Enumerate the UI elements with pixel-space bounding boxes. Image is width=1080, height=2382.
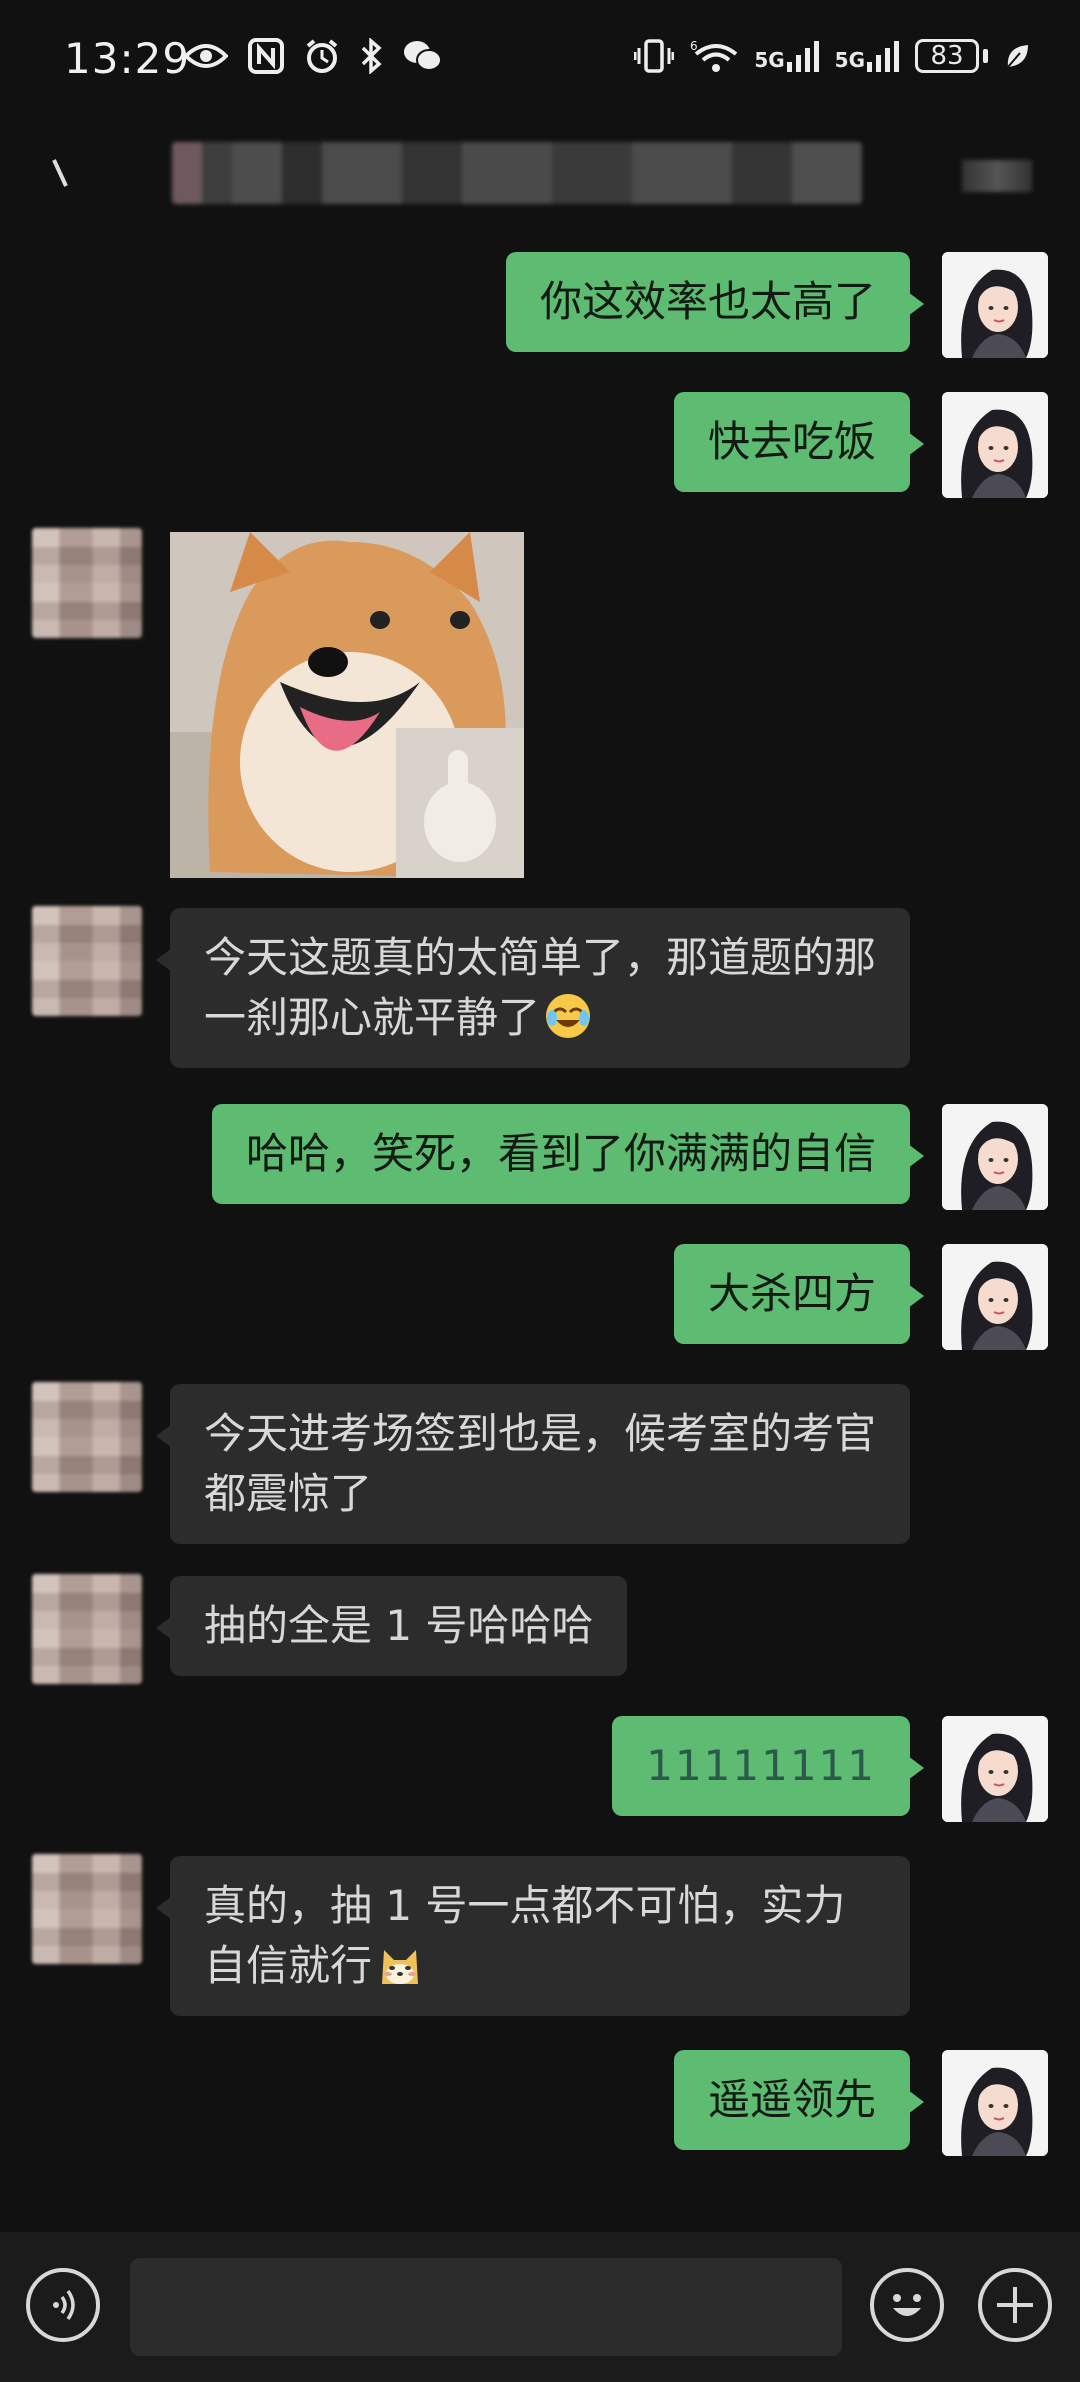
- status-time: 13:29: [64, 34, 191, 83]
- shiba-sticker-icon: [170, 532, 524, 878]
- battery-indicator: 83: [915, 39, 988, 73]
- back-icon: [52, 159, 68, 187]
- signal-icon-1: 5G: [754, 40, 819, 72]
- battery-tip: [983, 49, 988, 63]
- nfc-icon: [248, 38, 284, 74]
- status-right-icons: 6 5G 5G 83: [634, 38, 1030, 74]
- message-input-bar: [0, 2232, 1080, 2382]
- battery-level: 83: [915, 39, 979, 73]
- girl-avatar-icon: [942, 392, 1048, 498]
- emoji-button[interactable]: [870, 2268, 944, 2342]
- message-bubble-received[interactable]: 今天这题真的太简单了，那道题的那一刹那心就平静了: [156, 908, 910, 1068]
- alarm-icon: [304, 38, 340, 74]
- contact-avatar-redacted[interactable]: [32, 528, 142, 638]
- shiba-sticker-image[interactable]: [170, 532, 524, 878]
- girl-avatar-icon: [942, 1716, 1048, 1822]
- my-avatar[interactable]: [942, 2050, 1048, 2156]
- message-bubble-sent[interactable]: 遥遥领先: [673, 2050, 925, 2150]
- voice-icon: [53, 2289, 75, 2321]
- wifi-sup-text: 6: [690, 39, 698, 53]
- contact-avatar-redacted[interactable]: [32, 1854, 142, 1964]
- network-label-1: 5G: [754, 48, 785, 72]
- status-bar: 13:29 6 5G 5G 83: [0, 0, 1080, 120]
- message-bubble-received[interactable]: 今天进考场签到也是，候考室的考官都震惊了: [156, 1384, 910, 1544]
- girl-avatar-icon: [942, 1244, 1048, 1350]
- plus-icon: [997, 2287, 1033, 2323]
- message-bubble-sent[interactable]: 你这效率也太高了: [505, 252, 925, 352]
- my-avatar[interactable]: [942, 252, 1048, 358]
- doge-emoji-icon: [382, 1950, 419, 1984]
- message-input[interactable]: [130, 2258, 842, 2356]
- chat-title-bar: [0, 130, 1080, 220]
- network-label-2: 5G: [834, 48, 865, 72]
- message-bubble-sent[interactable]: 哈哈，笑死，看到了你满满的自信: [211, 1104, 925, 1204]
- emoji-icon: [893, 2294, 921, 2316]
- bluetooth-icon: [360, 38, 382, 74]
- eye-icon: [184, 41, 228, 71]
- signal-icon-2: 5G: [835, 40, 899, 72]
- message-bubble-received[interactable]: 抽的全是 1 号哈哈哈: [155, 1576, 628, 1676]
- crying-laughing-emoji-icon: [546, 994, 591, 1038]
- wechat-icon: [402, 39, 442, 73]
- leaf-icon: [1004, 41, 1030, 71]
- message-bubble-sent[interactable]: 大杀四方: [673, 1244, 925, 1344]
- my-avatar[interactable]: [942, 392, 1048, 498]
- back-button[interactable]: [40, 152, 80, 192]
- message-text: 今天这题真的太简单了，那道题的那一刹那心就平静了: [204, 933, 877, 1042]
- message-text: 11111111: [646, 1741, 876, 1790]
- chat-title-redacted: [172, 142, 862, 204]
- my-avatar[interactable]: [942, 1716, 1048, 1822]
- message-bubble-received[interactable]: 真的，抽 1 号一点都不可怕，实力自信就行: [156, 1856, 910, 2016]
- message-text: 真的，抽 1 号一点都不可怕，实力自信就行: [204, 1881, 846, 1990]
- girl-avatar-icon: [942, 252, 1048, 358]
- vibrate-icon: [634, 38, 675, 74]
- my-avatar[interactable]: [942, 1244, 1048, 1350]
- chat-screen: 13:29 6 5G 5G 83 你这效率也太高了 快去吃饭 今天这题真的太简单…: [0, 0, 1080, 2382]
- message-bubble-sent[interactable]: 11111111: [612, 1716, 924, 1816]
- girl-avatar-icon: [942, 1104, 1048, 1210]
- message-bubble-sent[interactable]: 快去吃饭: [673, 392, 925, 492]
- contact-avatar-redacted[interactable]: [32, 1574, 142, 1684]
- status-left-icons: [184, 38, 442, 74]
- contact-avatar-redacted[interactable]: [32, 1382, 142, 1492]
- wifi-icon: 6: [690, 38, 738, 74]
- contact-avatar-redacted[interactable]: [32, 906, 142, 1016]
- voice-button[interactable]: [26, 2268, 100, 2342]
- more-actions-button[interactable]: [978, 2268, 1052, 2342]
- my-avatar[interactable]: [942, 1104, 1048, 1210]
- more-button-redacted[interactable]: [962, 160, 1032, 192]
- girl-avatar-icon: [942, 2050, 1048, 2156]
